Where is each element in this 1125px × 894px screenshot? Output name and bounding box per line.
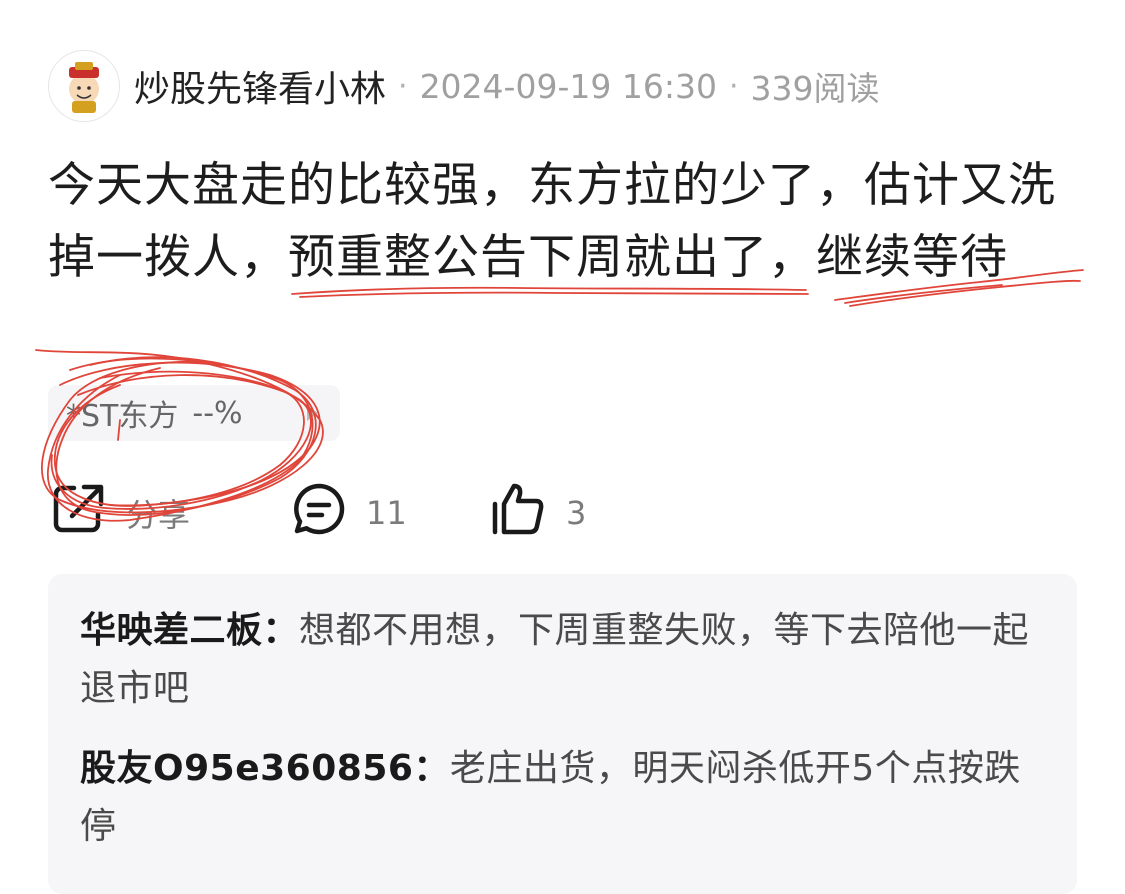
post-body: 今天大盘走的比较强，东方拉的少了，估计又洗掉一拨人，预重整公告下周就出了，继续等…	[48, 158, 1056, 285]
avatar-caishen-icon	[69, 62, 99, 113]
stock-tag[interactable]: *ST东方 --%	[48, 385, 340, 441]
stock-name: *ST东方	[66, 399, 179, 434]
like-button[interactable]: 3	[490, 482, 586, 544]
meta-separator: ·	[398, 68, 408, 104]
like-count: 3	[566, 494, 587, 532]
comment-count: 11	[366, 494, 407, 532]
comment-button[interactable]: 11	[292, 482, 490, 544]
post-header: 炒股先锋看小林 · 2024-09-19 16:30 · 339阅读	[48, 50, 879, 122]
share-button[interactable]: 分享	[52, 482, 292, 544]
comment-username[interactable]: 股友O95e360856：	[80, 748, 450, 789]
action-bar: 分享 11 3	[52, 482, 586, 544]
meta-separator: ·	[728, 68, 739, 104]
avatar[interactable]	[48, 50, 120, 122]
chevron-right-icon	[307, 405, 318, 421]
comment-list: 华映差二板：想都不用想，下周重整失败，等下去陪他一起退市吧 股友O95e3608…	[48, 574, 1077, 894]
like-icon	[490, 482, 546, 544]
comment-icon	[292, 482, 346, 544]
post-datetime: 2024-09-19 16:30	[419, 66, 717, 106]
comment-item[interactable]: 华映差二板：想都不用想，下周重整失败，等下去陪他一起退市吧	[80, 602, 1047, 718]
share-icon	[52, 482, 106, 544]
read-count: 339阅读	[750, 69, 880, 108]
author-name[interactable]: 炒股先锋看小林	[134, 60, 386, 112]
comment-username[interactable]: 华映差二板：	[80, 610, 299, 651]
comment-item[interactable]: 股友O95e360856：老庄出货，明天闷杀低开5个点按跌停	[80, 740, 1047, 856]
stock-change: --%	[192, 395, 243, 431]
share-label: 分享	[126, 496, 191, 534]
